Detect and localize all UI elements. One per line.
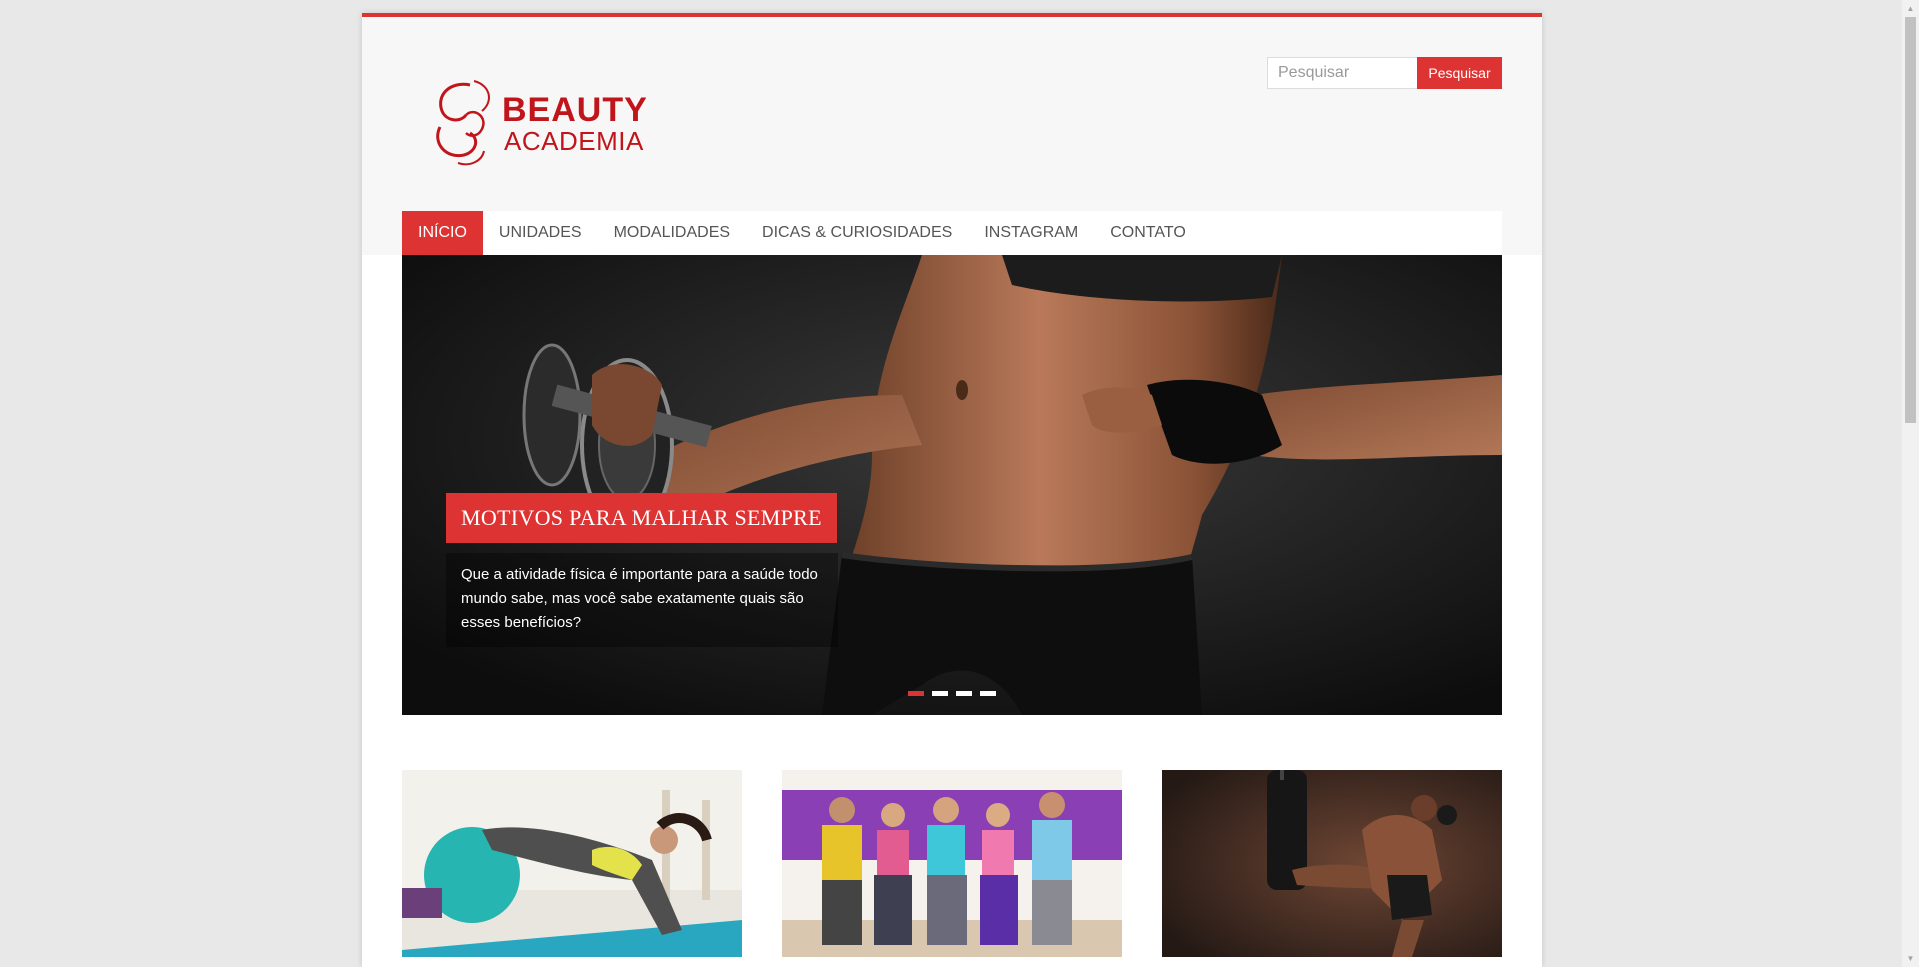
slider-pagination <box>908 691 996 696</box>
scrollbar-thumb[interactable] <box>1905 17 1916 423</box>
slider-dot-2[interactable] <box>932 691 948 696</box>
nav-item-unidades[interactable]: UNIDADES <box>483 211 598 255</box>
nav-item-inicio[interactable]: INÍCIO <box>402 211 483 255</box>
page-scrollbar[interactable]: ▲ ▼ <box>1902 0 1919 967</box>
search-button[interactable]: Pesquisar <box>1417 57 1502 89</box>
logo-swirl-icon <box>436 80 490 166</box>
site-logo[interactable]: BEAUTY ACADEMIA <box>430 67 670 177</box>
slider-dot-1[interactable] <box>908 691 924 696</box>
slide-caption: MOTIVOS PARA MALHAR SEMPRE Que a ativida… <box>446 493 838 647</box>
search-input[interactable] <box>1267 57 1418 89</box>
main-nav: INÍCIO UNIDADES MODALIDADES DICAS & CURI… <box>402 211 1502 255</box>
nav-item-contato[interactable]: CONTATO <box>1094 211 1202 255</box>
logo-text-beauty: BEAUTY <box>502 91 648 129</box>
slider-dot-4[interactable] <box>980 691 996 696</box>
scroll-down-arrow-icon[interactable]: ▼ <box>1902 950 1919 967</box>
nav-item-dicas-curiosidades[interactable]: DICAS & CURIOSIDADES <box>746 211 968 255</box>
thumbnail-dance[interactable] <box>782 770 1122 957</box>
nav-item-instagram[interactable]: INSTAGRAM <box>968 211 1094 255</box>
pilates-image <box>402 770 742 957</box>
hero-slider[interactable]: MOTIVOS PARA MALHAR SEMPRE Que a ativida… <box>402 255 1502 715</box>
slider-dot-3[interactable] <box>956 691 972 696</box>
dance-class-image <box>782 770 1122 957</box>
slide-title[interactable]: MOTIVOS PARA MALHAR SEMPRE <box>446 493 837 543</box>
muay-thai-image <box>1162 770 1502 957</box>
page-container: BEAUTY ACADEMIA Pesquisar INÍCIO UNIDADE… <box>362 13 1542 967</box>
logo-text-academia: ACADEMIA <box>504 126 644 156</box>
thumbnail-muay-thai[interactable] <box>1162 770 1502 957</box>
thumbnail-pilates[interactable] <box>402 770 742 957</box>
nav-item-modalidades[interactable]: MODALIDADES <box>598 211 746 255</box>
scroll-up-arrow-icon[interactable]: ▲ <box>1902 0 1919 17</box>
slide-description: Que a atividade física é importante para… <box>446 553 838 647</box>
